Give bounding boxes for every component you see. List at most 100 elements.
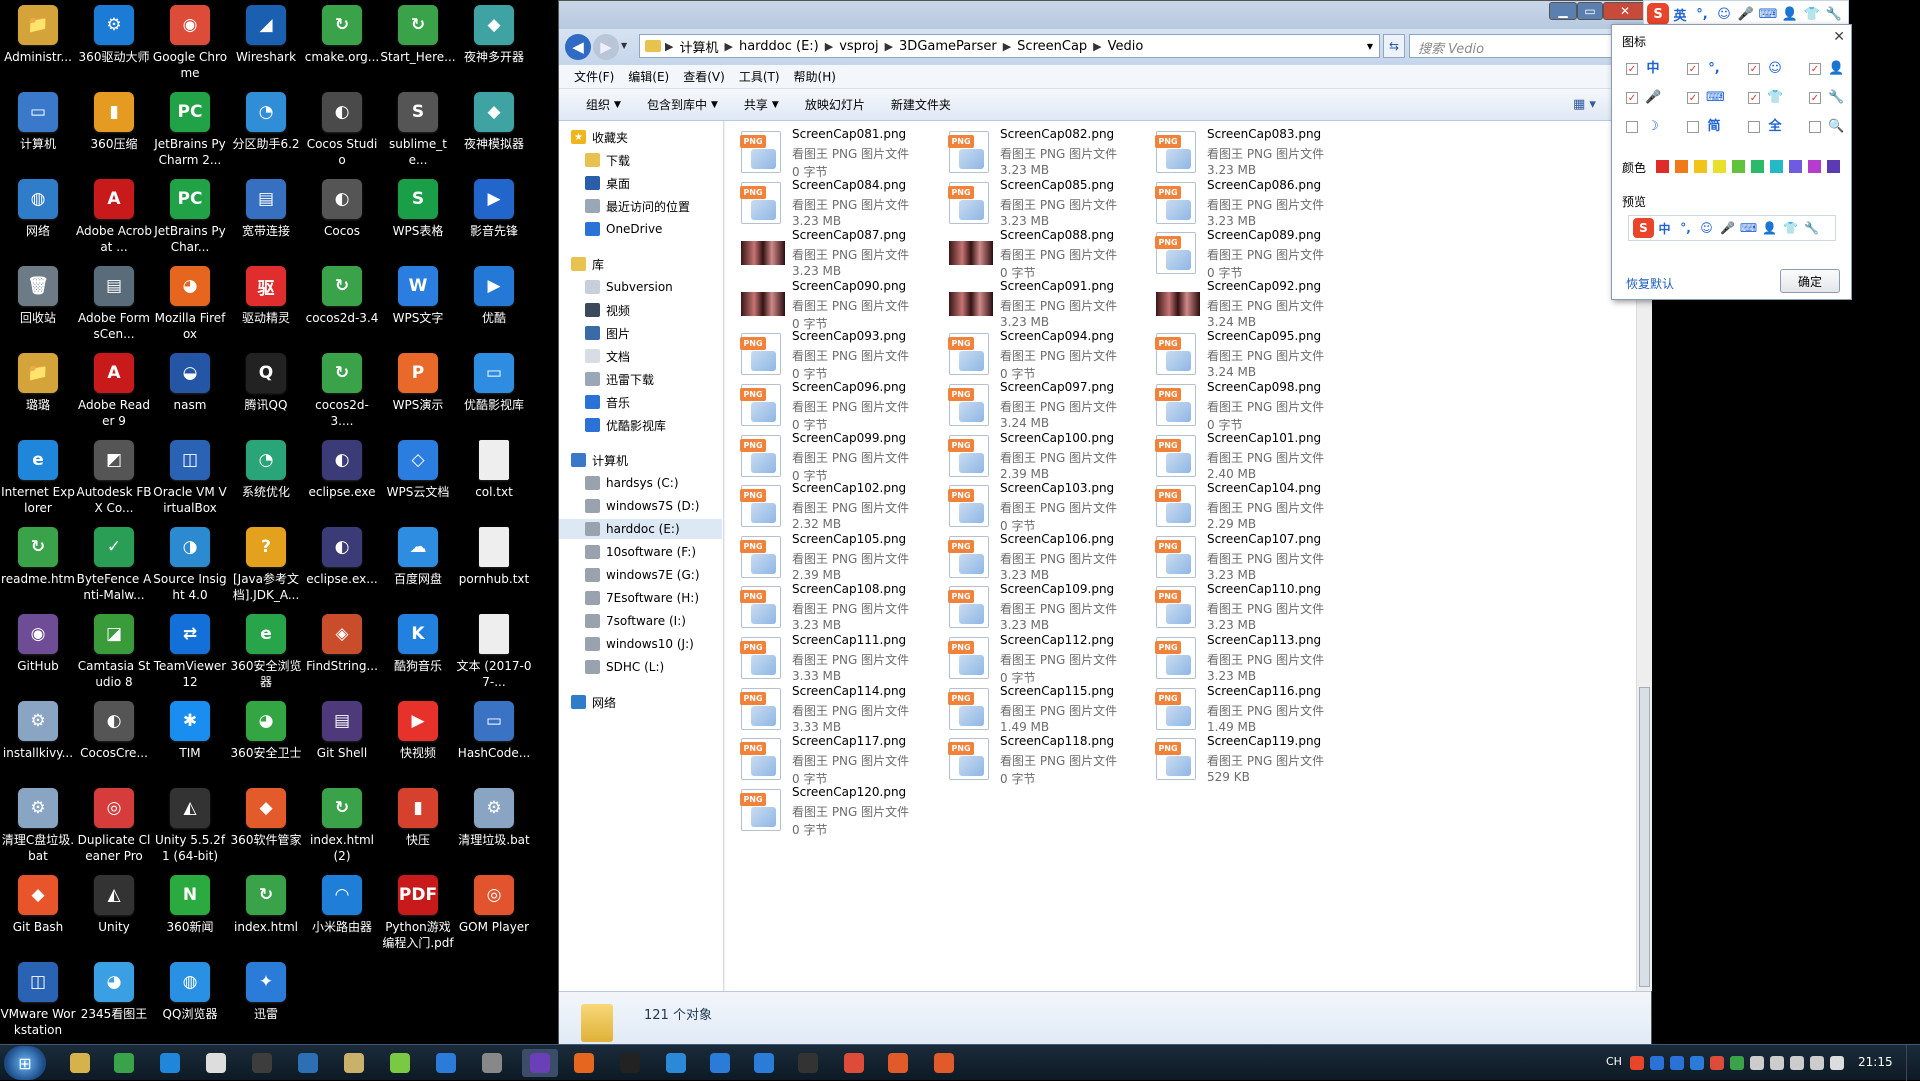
taskbar-app-button[interactable]: [926, 1049, 962, 1077]
desktop-icon[interactable]: ◐ eclipse.exe: [304, 435, 380, 519]
ime-bar-icon[interactable]: 👤: [1779, 3, 1801, 25]
desktop-icon[interactable]: ◐ eclipse.ex...: [304, 522, 380, 606]
desktop-icon[interactable]: 文本 (2017-07-...: [456, 609, 532, 693]
nav-drive-item[interactable]: 10software (F:): [559, 542, 722, 562]
icon-option-checkbox[interactable]: ✓: [1687, 92, 1699, 104]
taskbar-app-button[interactable]: [522, 1049, 558, 1077]
menu-item[interactable]: 文件(F): [567, 68, 621, 85]
tray-icon[interactable]: [1790, 1056, 1804, 1070]
icon-option-checkbox[interactable]: ✓: [1748, 92, 1760, 104]
desktop-icon[interactable]: PC JetBrains PyCharm 2...: [152, 87, 228, 171]
breadcrumb-item[interactable]: 3DGameParser: [893, 39, 1003, 54]
taskbar-app-button[interactable]: [790, 1049, 826, 1077]
desktop-icon[interactable]: ▤ 宽带连接: [228, 174, 304, 258]
desktop-icon[interactable]: 📁 璐璐: [0, 348, 76, 432]
nav-libraries[interactable]: 库: [559, 254, 722, 274]
title-bar[interactable]: ▁ ▭ ✕: [559, 1, 1651, 29]
desktop-icon[interactable]: ◐ Cocos: [304, 174, 380, 258]
taskbar-app-button[interactable]: [428, 1049, 464, 1077]
icon-option-checkbox[interactable]: ✓: [1626, 92, 1638, 104]
desktop-icon[interactable]: ◆ 360软件管家: [228, 783, 304, 867]
ime-bar-icon[interactable]: 👕: [1801, 3, 1823, 25]
taskbar-app-button[interactable]: [382, 1049, 418, 1077]
minimize-button[interactable]: ▁: [1549, 2, 1577, 20]
color-swatch[interactable]: [1732, 160, 1745, 173]
color-swatch[interactable]: [1770, 160, 1783, 173]
nav-network[interactable]: 网络: [559, 692, 722, 712]
taskbar-app-button[interactable]: [880, 1049, 916, 1077]
nav-drive-item[interactable]: harddoc (E:): [559, 519, 722, 539]
taskbar-app-button[interactable]: [198, 1049, 234, 1077]
command-button[interactable]: 组织 ▼: [573, 96, 634, 113]
desktop-icon[interactable]: ◩ Autodesk FBX Co...: [76, 435, 152, 519]
desktop-icon[interactable]: Ssublime_te...: [380, 87, 456, 171]
desktop-icon[interactable]: ▮ 快压: [380, 783, 456, 867]
clock[interactable]: 21:15: [1858, 1055, 1893, 1069]
nav-library-item[interactable]: 文档: [559, 346, 722, 366]
desktop-icon[interactable]: S WPS表格: [380, 174, 456, 258]
desktop-icon[interactable]: ▭ HashCode...: [456, 696, 532, 780]
desktop-icon[interactable]: ◈ FindString...: [304, 609, 380, 693]
desktop-icon[interactable]: ↻ readme.htm: [0, 522, 76, 606]
icon-option-checkbox[interactable]: ✓: [1809, 63, 1821, 75]
taskbar-app-button[interactable]: [658, 1049, 694, 1077]
icon-option-checkbox[interactable]: ✓: [1748, 63, 1760, 75]
icon-option-checkbox[interactable]: [1626, 121, 1638, 133]
view-options-icon[interactable]: ▦ ▾: [1573, 97, 1596, 112]
desktop-icon[interactable]: e Internet Explorer: [0, 435, 76, 519]
icon-option-checkbox[interactable]: [1748, 121, 1760, 133]
desktop-icon[interactable]: ◫ VMware Workstation: [0, 957, 76, 1041]
desktop-icon[interactable]: ◢ Wireshark: [228, 0, 304, 84]
taskbar-app-button[interactable]: [566, 1049, 602, 1077]
taskbar-app-button[interactable]: [474, 1049, 510, 1077]
address-dropdown-icon[interactable]: ▼: [1367, 42, 1373, 51]
nav-library-item[interactable]: 优酷影视库: [559, 415, 722, 435]
close-button[interactable]: ✕: [1603, 2, 1647, 20]
ok-button[interactable]: 确定: [1780, 269, 1840, 293]
taskbar-app-button[interactable]: [836, 1049, 872, 1077]
menu-item[interactable]: 工具(T): [732, 68, 787, 85]
nav-drive-item[interactable]: windows7S (D:): [559, 496, 722, 516]
tray-icon[interactable]: [1710, 1056, 1724, 1070]
nav-favorite-item[interactable]: 最近访问的位置: [559, 196, 722, 216]
command-button[interactable]: 共享 ▼: [731, 96, 792, 113]
desktop-icon[interactable]: ◕ 360安全卫士: [228, 696, 304, 780]
desktop-icon[interactable]: Q 腾讯QQ: [228, 348, 304, 432]
taskbar-app-button[interactable]: [702, 1049, 738, 1077]
desktop-icon[interactable]: P WPS演示: [380, 348, 456, 432]
desktop-icon[interactable]: ◐ CocosCre...: [76, 696, 152, 780]
desktop-icon[interactable]: A Adobe Reader 9: [76, 348, 152, 432]
tray-lang[interactable]: CH: [1606, 1055, 1622, 1068]
nav-library-item[interactable]: 音乐: [559, 392, 722, 412]
tray-icon[interactable]: [1750, 1056, 1764, 1070]
taskbar-app-button[interactable]: [336, 1049, 372, 1077]
chevron-right-icon[interactable]: ▶: [1093, 40, 1101, 53]
nav-favorites[interactable]: ★ 收藏夹: [559, 127, 722, 147]
desktop-icon[interactable]: ↻ index.html: [228, 870, 304, 954]
desktop-icon[interactable]: ↻ cocos2d-3.4: [304, 261, 380, 345]
desktop-icon[interactable]: ▤ Git Shell: [304, 696, 380, 780]
command-button[interactable]: 放映幻灯片: [792, 96, 878, 113]
icon-option-checkbox[interactable]: ✓: [1687, 63, 1699, 75]
nav-favorite-item[interactable]: 桌面: [559, 173, 722, 193]
icon-option-checkbox[interactable]: [1687, 121, 1699, 133]
ime-bar-icon[interactable]: ⌨: [1757, 3, 1779, 25]
forward-button[interactable]: ▶: [593, 34, 619, 60]
desktop-icon[interactable]: ▶ 影音先锋: [456, 174, 532, 258]
scrollbar-thumb[interactable]: [1639, 687, 1650, 987]
desktop-icon[interactable]: ↻ Start_Here...: [380, 0, 456, 84]
desktop-icon[interactable]: ▤ Adobe FormsCen...: [76, 261, 152, 345]
nav-library-item[interactable]: 迅雷下载: [559, 369, 722, 389]
taskbar-app-button[interactable]: [746, 1049, 782, 1077]
file-item[interactable]: PNG ScreenCap119.png 看图王 PNG 图片文件 529 KB: [1148, 728, 1398, 790]
desktop-icon[interactable]: ◭ Unity 5.5.2f1 (64-bit): [152, 783, 228, 867]
desktop-icon[interactable]: ◎ Duplicate Cleaner Pro: [76, 783, 152, 867]
nav-drive-item[interactable]: windows7E (G:): [559, 565, 722, 585]
desktop-icon[interactable]: ☁ 百度网盘: [380, 522, 456, 606]
recent-pages-icon[interactable]: ▼: [621, 41, 627, 50]
color-swatch[interactable]: [1808, 160, 1821, 173]
icon-option-checkbox[interactable]: ✓: [1626, 63, 1638, 75]
desktop-icon[interactable]: ◆ 夜神多开器: [456, 0, 532, 84]
desktop-icon[interactable]: ✦ 迅雷: [228, 957, 304, 1041]
desktop-icon[interactable]: ◔ 分区助手6.2: [228, 87, 304, 171]
